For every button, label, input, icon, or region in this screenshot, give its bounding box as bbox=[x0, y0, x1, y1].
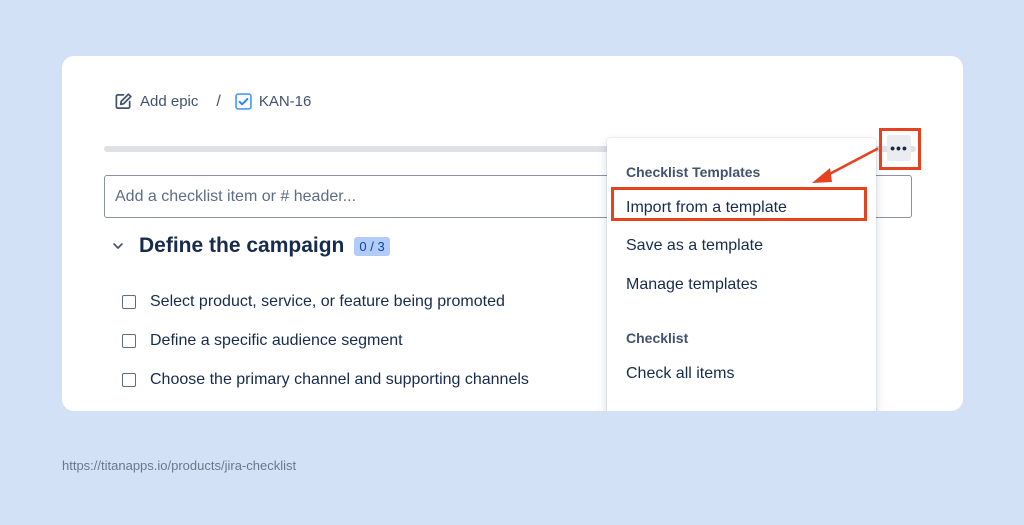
chevron-down-icon[interactable] bbox=[108, 236, 128, 256]
menu-item-manage-templates[interactable]: Manage templates bbox=[626, 276, 758, 294]
add-epic-link[interactable]: Add epic bbox=[114, 92, 198, 111]
checklist-items: Select product, service, or feature bein… bbox=[122, 282, 529, 399]
item-label: Select product, service, or feature bein… bbox=[150, 292, 505, 310]
item-label: Choose the primary channel and supportin… bbox=[150, 370, 529, 388]
more-actions-menu: Checklist Templates Import from a templa… bbox=[607, 138, 876, 411]
item-label: Define a specific audience segment bbox=[150, 331, 403, 349]
more-icon[interactable]: ••• bbox=[887, 135, 911, 161]
add-epic-label: Add epic bbox=[140, 93, 199, 110]
menu-group-title-checklist: Checklist bbox=[626, 330, 689, 346]
source-url: https://titanapps.io/products/jira-check… bbox=[62, 458, 297, 473]
issue-panel: Add epic / KAN-16 Define the campaign 0 … bbox=[62, 56, 963, 411]
checklist-item[interactable]: Select product, service, or feature bein… bbox=[122, 282, 529, 321]
menu-item-import-template[interactable]: Import from a template bbox=[626, 199, 787, 217]
checkbox-icon bbox=[235, 93, 252, 110]
item-checkbox[interactable] bbox=[122, 372, 136, 387]
checklist-section-header: Define the campaign 0 / 3 bbox=[108, 234, 390, 258]
issue-key-label: KAN-16 bbox=[258, 93, 312, 110]
edit-icon bbox=[114, 92, 133, 111]
menu-item-check-all[interactable]: Check all items bbox=[626, 365, 734, 383]
breadcrumb: Add epic / KAN-16 bbox=[114, 92, 311, 111]
menu-group-title-templates: Checklist Templates bbox=[626, 164, 761, 180]
issue-key-link[interactable]: KAN-16 bbox=[235, 93, 312, 110]
checklist-item[interactable]: Define a specific audience segment bbox=[122, 321, 529, 360]
section-count-badge: 0 / 3 bbox=[354, 236, 390, 256]
more-button-glyph: ••• bbox=[890, 140, 908, 156]
item-checkbox[interactable] bbox=[122, 294, 136, 309]
breadcrumb-separator: / bbox=[216, 92, 221, 110]
item-checkbox[interactable] bbox=[122, 333, 136, 348]
section-title: Define the campaign bbox=[139, 234, 345, 257]
checklist-item[interactable]: Choose the primary channel and supportin… bbox=[122, 360, 529, 399]
menu-item-save-template[interactable]: Save as a template bbox=[626, 237, 763, 255]
